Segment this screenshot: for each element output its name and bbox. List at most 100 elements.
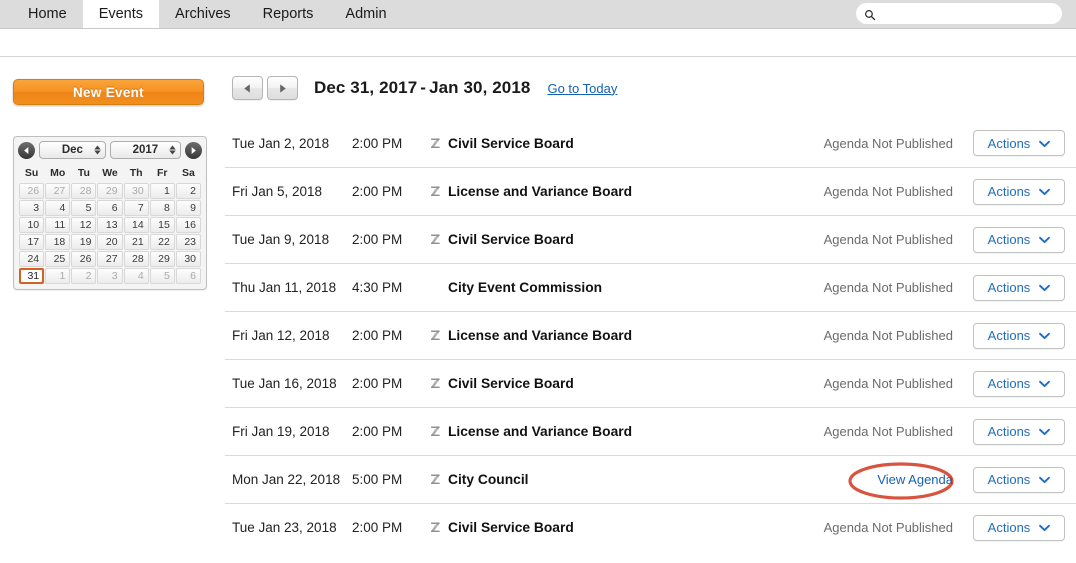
calendar-day[interactable]: 22 [149, 234, 175, 250]
calendar-prev-month-button[interactable] [18, 141, 35, 159]
calendar-day[interactable]: 3 [19, 200, 45, 216]
calendar-day[interactable]: 25 [45, 251, 71, 267]
calendar-day[interactable]: 17 [19, 234, 45, 250]
calendar-day[interactable]: 7 [123, 200, 149, 216]
search-box[interactable] [856, 3, 1062, 24]
nav-tab-events[interactable]: Events [82, 0, 160, 28]
calendar-week-row: 3456789 [19, 200, 201, 216]
event-title[interactable]: City Event Commission [448, 280, 602, 295]
calendar-day[interactable]: 10 [19, 217, 45, 233]
search-input[interactable] [881, 6, 1054, 21]
event-row: Tue Jan 2, 2018 2:00 PM Civil Service Boar… [225, 119, 1076, 167]
go-to-today-link[interactable]: Go to Today [547, 81, 617, 96]
calendar-day[interactable]: 18 [45, 234, 71, 250]
calendar-day[interactable]: 15 [149, 217, 175, 233]
calendar-weekday-su: Su [24, 167, 39, 179]
event-title[interactable]: Civil Service Board [448, 232, 574, 247]
calendar-day[interactable]: 23 [175, 234, 201, 250]
calendar-day[interactable]: 8 [149, 200, 175, 216]
calendar-day[interactable]: 4 [45, 200, 71, 216]
calendar-day[interactable]: 28 [71, 183, 97, 199]
calendar-weekday-th: Th [129, 167, 143, 179]
calendar-month-select[interactable]: Dec [39, 141, 106, 159]
calendar-day[interactable]: 16 [175, 217, 201, 233]
event-row: Fri Jan 5, 2018 2:00 PM License and Varian… [225, 167, 1076, 215]
calendar-day[interactable]: 1 [149, 183, 175, 199]
calendar-day[interactable]: 5 [149, 268, 175, 284]
media-recording-icon [429, 521, 442, 534]
calendar-day[interactable]: 30 [175, 251, 201, 267]
nav-tab-home[interactable]: Home [12, 0, 83, 28]
calendar-day[interactable]: 27 [45, 183, 71, 199]
actions-dropdown-button[interactable]: Actions [973, 130, 1065, 156]
event-date: Fri Jan 12, 2018 [232, 328, 330, 343]
actions-dropdown-button[interactable]: Actions [973, 370, 1065, 397]
event-title-group: Civil Service Board [429, 136, 824, 151]
actions-dropdown-button[interactable]: Actions [973, 178, 1065, 205]
calendar-day-selected[interactable]: 31 [19, 268, 45, 284]
calendar-year-select[interactable]: 2017 [109, 141, 182, 159]
calendar-day[interactable]: 13 [97, 217, 123, 233]
event-title[interactable]: License and Variance Board [448, 184, 632, 199]
calendar-weekday-we: We [102, 167, 118, 179]
event-title[interactable]: City Council [448, 472, 528, 487]
calendar-day[interactable]: 2 [71, 268, 97, 284]
view-agenda-link[interactable]: View Agenda [877, 472, 953, 487]
actions-dropdown-button[interactable]: Actions [973, 274, 1065, 301]
agenda-status-label: Agenda Not Published [823, 232, 953, 247]
calendar-day[interactable]: 19 [71, 234, 97, 250]
event-title[interactable]: License and Variance Board [448, 328, 632, 343]
event-title[interactable]: Civil Service Board [448, 376, 574, 391]
event-time: 2:00 PM [352, 135, 403, 151]
event-row: Fri Jan 12, 2018 2:00 PM License and Varia… [225, 311, 1076, 359]
nav-tab-archives[interactable]: Archives [159, 0, 247, 28]
actions-dropdown-button[interactable]: Actions [973, 226, 1065, 253]
calendar-day[interactable]: 26 [71, 251, 97, 267]
calendar-day[interactable]: 30 [123, 183, 149, 199]
media-recording-icon [429, 137, 442, 150]
media-recording-icon [429, 185, 442, 198]
event-row: Tue Jan 23, 2018 2:00 PM Civil Service Boa… [225, 503, 1076, 551]
calendar-day[interactable]: 28 [123, 251, 149, 267]
calendar-day[interactable]: 29 [149, 251, 175, 267]
calendar-day[interactable]: 6 [97, 200, 123, 216]
previous-range-button[interactable] [232, 76, 263, 100]
calendar-day[interactable]: 11 [45, 217, 71, 233]
agenda-status-label: Agenda Not Published [823, 184, 953, 199]
calendar-day[interactable]: 1 [45, 268, 71, 284]
calendar-day[interactable]: 5 [71, 200, 97, 216]
actions-dropdown-button[interactable]: Actions [973, 418, 1065, 445]
next-range-button[interactable] [267, 76, 298, 100]
calendar-day[interactable]: 3 [97, 268, 123, 284]
calendar-day[interactable]: 14 [123, 217, 149, 233]
actions-button-label: Actions [987, 472, 1031, 487]
actions-dropdown-button[interactable]: Actions [973, 322, 1065, 349]
nav-tab-reports[interactable]: Reports [247, 0, 330, 28]
calendar-day[interactable]: 21 [123, 234, 149, 250]
actions-dropdown-button[interactable]: Actions [973, 466, 1065, 493]
calendar-day[interactable]: 9 [175, 200, 201, 216]
calendar-day[interactable]: 29 [97, 183, 123, 199]
event-title[interactable]: License and Variance Board [448, 424, 632, 439]
actions-button-label: Actions [987, 135, 1031, 151]
nav-tab-admin[interactable]: Admin [329, 0, 402, 28]
actions-dropdown-button[interactable]: Actions [973, 514, 1065, 541]
top-navigation-bar: Home Events Archives Reports Admin [0, 0, 1076, 29]
new-event-button[interactable]: New Event [13, 79, 204, 105]
media-recording-icon [429, 425, 442, 438]
chevron-down-icon [1039, 520, 1051, 535]
calendar-day[interactable]: 26 [19, 183, 45, 199]
actions-button-label: Actions [987, 328, 1031, 343]
calendar-day[interactable]: 20 [97, 234, 123, 250]
calendar-day[interactable]: 6 [175, 268, 201, 284]
event-title[interactable]: Civil Service Board [448, 520, 574, 535]
calendar-next-month-button[interactable] [185, 141, 203, 159]
calendar-day[interactable]: 27 [97, 251, 123, 267]
event-title[interactable]: Civil Service Board [448, 136, 574, 151]
calendar-day[interactable]: 4 [123, 268, 149, 284]
chevron-down-icon [1039, 136, 1051, 151]
actions-button-label: Actions [987, 376, 1031, 391]
calendar-day[interactable]: 12 [71, 217, 97, 233]
calendar-day[interactable]: 24 [19, 251, 45, 267]
calendar-day[interactable]: 2 [175, 183, 201, 199]
